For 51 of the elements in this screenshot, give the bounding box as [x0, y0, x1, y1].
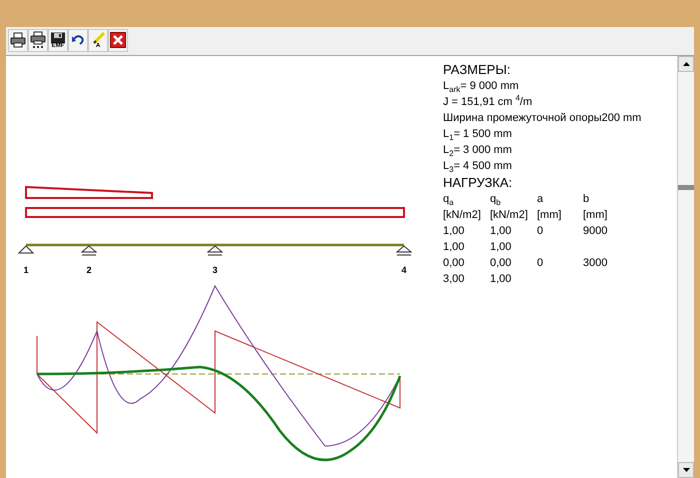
dimension-text: Ширина промежуточной опоры200 mm [443, 111, 642, 126]
column-header: q$_{a}$ [443, 192, 455, 207]
unit-cell-text: [kN/m2] [490, 208, 529, 223]
close-button[interactable] [108, 28, 128, 52]
table-cell-text: 0,00 [490, 256, 512, 271]
close-icon [110, 32, 126, 48]
undo-button[interactable] [68, 28, 88, 52]
support-number: 4 [402, 265, 406, 275]
column-header: a [537, 192, 544, 207]
down-arrow-icon [682, 468, 690, 472]
dimension-text: L$_{2}$= 3 000 mm [443, 143, 513, 158]
unit-cell-text: [mm] [537, 208, 562, 223]
table-cell-text: 9000 [583, 224, 608, 239]
pen-icon [91, 32, 105, 44]
support-number: 2 [86, 265, 92, 275]
section-heading: РАЗМЕРЫ: [443, 61, 512, 78]
scroll-up-button[interactable] [678, 56, 694, 72]
dimension-text: J = 151,91 cm $^{4}$/m [443, 94, 534, 110]
printer-dots-icon [30, 31, 46, 49]
table-cell-text: 1,00 [490, 272, 512, 287]
print-setup-button[interactable] [28, 28, 48, 52]
dimension-text: L$_{3}$= 4 500 mm [443, 159, 513, 174]
section-heading: НАГРУЗКА: [443, 174, 514, 191]
column-header: q$_{b}$ [490, 192, 502, 207]
table-cell-text: 3,00 [443, 272, 466, 287]
support-number: 3 [212, 265, 218, 275]
roller-support-icon [80, 245, 98, 256]
undo-arrow-icon [71, 34, 85, 46]
dimension-text: L$_{ark}$= 9 000 mm [443, 79, 520, 94]
table-cell-text: 1,00 [490, 240, 512, 255]
pinned-support-icon [18, 245, 34, 254]
column-header: b [583, 192, 590, 207]
dimension-text: L$_{1}$= 1 500 mm [443, 127, 513, 142]
table-cell-text: 1,00 [443, 240, 466, 255]
table-cell-text: 3000 [583, 256, 608, 271]
table-cell-text: 1,00 [443, 224, 466, 239]
scroll-down-button[interactable] [678, 462, 694, 478]
printer-icon [10, 32, 26, 48]
scroll-thumb[interactable] [678, 185, 694, 190]
roller-support-icon [396, 245, 412, 256]
table-cell-text: 1,00 [490, 224, 512, 239]
table-cell-text: 0 [537, 224, 544, 239]
table-cell-text: 0,00 [443, 256, 466, 271]
unit-cell-text: [mm] [583, 208, 608, 223]
table-cell-text: 0 [537, 256, 544, 271]
print-button[interactable] [8, 28, 28, 52]
up-arrow-icon [682, 62, 690, 66]
roller-support-icon [206, 245, 224, 256]
unit-cell-text: [kN/m2] [443, 208, 482, 223]
support-number: 1 [24, 265, 28, 275]
floppy-icon [50, 32, 66, 44]
